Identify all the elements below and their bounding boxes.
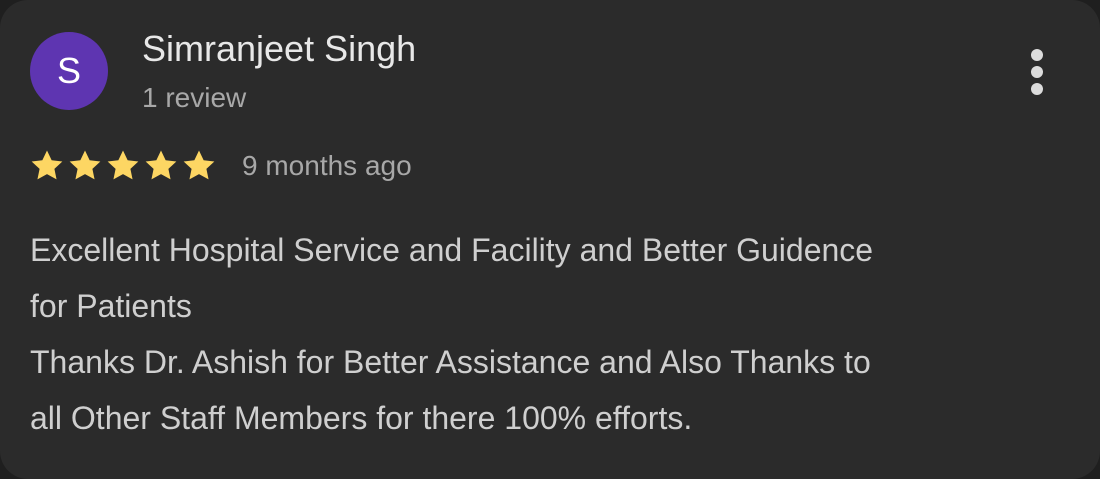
more-options-button[interactable]: [1014, 44, 1060, 100]
star-icon: [107, 150, 139, 180]
review-text-line: all Other Staff Members for there 100% e…: [30, 400, 693, 436]
review-time: 9 months ago: [242, 150, 412, 181]
reviewer-name[interactable]: Simranjeet Singh: [142, 28, 416, 70]
review-text-line: Excellent Hospital Service and Facility …: [30, 232, 874, 268]
avatar[interactable]: S: [30, 32, 108, 110]
review-text-line: for Patients: [30, 288, 192, 324]
review-count: 1 review: [142, 82, 247, 113]
star-icon: [31, 150, 63, 180]
rating-row: 9 months ago: [28, 146, 412, 186]
star-icon: [145, 150, 177, 180]
more-vert-icon: [1031, 49, 1043, 95]
star-icon: [183, 150, 215, 180]
review-card: S Simranjeet Singh 1 review 9 months ago…: [0, 0, 1100, 479]
avatar-initial: S: [56, 50, 81, 91]
star-icon: [69, 150, 101, 180]
review-text: Excellent Hospital Service and Facility …: [30, 222, 1080, 446]
star-rating: [28, 147, 218, 185]
review-text-line: Thanks Dr. Ashish for Better Assistance …: [30, 344, 871, 380]
